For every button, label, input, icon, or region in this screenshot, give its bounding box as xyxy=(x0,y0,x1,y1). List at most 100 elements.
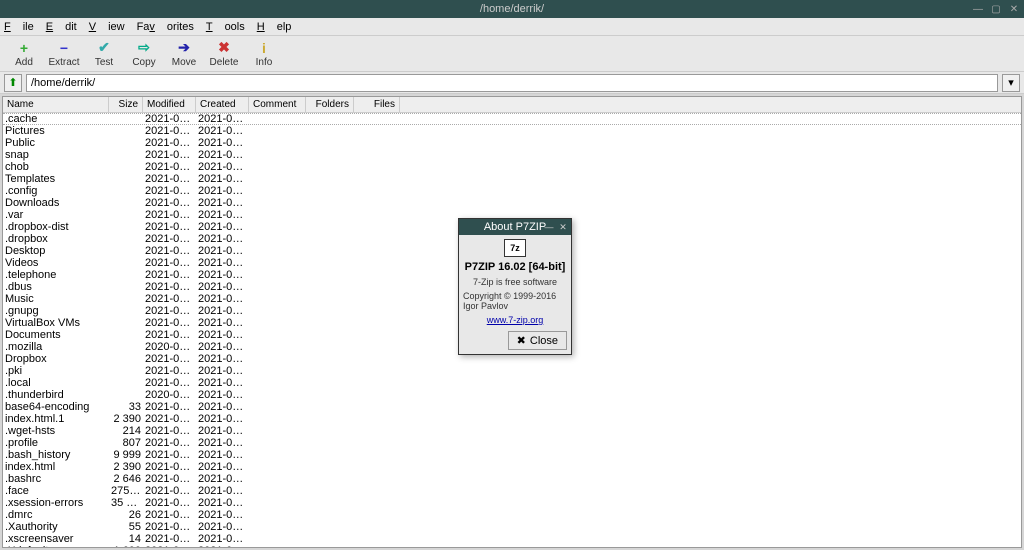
cell-created: 2021-02-11 17... xyxy=(196,233,249,245)
list-item[interactable]: index.html2 3902021-02-11 23...2021-02-1… xyxy=(3,461,1021,473)
add-button[interactable]: +Add xyxy=(4,37,44,71)
cell-name: .wget-hsts xyxy=(3,425,109,437)
cell-modified: 2021-02-11 01... xyxy=(143,257,196,269)
cell-name: .var xyxy=(3,209,109,221)
col-created[interactable]: Created xyxy=(196,97,249,112)
list-item[interactable]: .Xauthority552021-02-11 17...2021-02-11 … xyxy=(3,521,1021,533)
cell-modified: 2021-02-11 20... xyxy=(143,401,196,413)
about-dialog: About P7ZIP — ✕ 7z P7ZIP 16.02 [64-bit] … xyxy=(458,218,572,355)
list-item[interactable]: Pictures2021-02-12 04...2021-02-12 04... xyxy=(3,125,1021,137)
list-item[interactable]: Public2021-02-11 01...2021-02-11 01... xyxy=(3,137,1021,149)
toolbar-label: Copy xyxy=(132,57,155,68)
list-item[interactable]: .bashrc2 6462021-02-11 21...2021-02-11 2… xyxy=(3,473,1021,485)
list-item[interactable]: .thunderbird2020-03-28 01...2021-02-11 0… xyxy=(3,389,1021,401)
maximize-icon[interactable]: ▢ xyxy=(990,3,1002,15)
cell-name: .dropbox xyxy=(3,233,109,245)
col-modified[interactable]: Modified xyxy=(143,97,196,112)
list-item[interactable]: .profile8072021-02-10 03...2021-02-10 03… xyxy=(3,437,1021,449)
cell-name: .gnupg xyxy=(3,305,109,317)
list-item[interactable]: .xsession-errors35 0992021-02-12 04...20… xyxy=(3,497,1021,509)
menu-view[interactable]: View xyxy=(89,21,125,33)
close-icon[interactable]: ✕ xyxy=(1008,3,1020,15)
address-dropdown-icon[interactable]: ▾ xyxy=(1002,74,1020,92)
cell-name: Music xyxy=(3,293,109,305)
menu-tools[interactable]: Tools xyxy=(206,21,245,33)
cell-created: 2021-02-12 04... xyxy=(196,125,249,137)
cell-modified: 2021-02-12 04... xyxy=(143,185,196,197)
minimize-icon[interactable]: — xyxy=(972,3,984,15)
cell-name: .Xdefaults xyxy=(3,545,109,548)
dialog-text-copyright: Copyright © 1999-2016 Igor Pavlov xyxy=(463,291,567,311)
toolbar-label: Delete xyxy=(210,57,239,68)
list-item[interactable]: .face275 6102021-02-11 17...2021-02-11 1… xyxy=(3,485,1021,497)
list-item[interactable]: base64-encoding332021-02-11 20...2021-02… xyxy=(3,401,1021,413)
cell-name: .bash_history xyxy=(3,449,109,461)
list-item[interactable]: .Xdefaults1 6002021-02-10 03...2021-02-1… xyxy=(3,545,1021,548)
address-input[interactable] xyxy=(26,74,998,92)
menu-favorites[interactable]: Favorites xyxy=(137,21,194,33)
cell-created: 2021-02-11 06... xyxy=(196,341,249,353)
cell-created: 2021-02-11 19... xyxy=(196,149,249,161)
cell-created: 2021-02-11 06... xyxy=(196,269,249,281)
dialog-close-icon[interactable]: ✕ xyxy=(557,221,569,233)
cell-name: index.html.1 xyxy=(3,413,109,425)
move-button[interactable]: ➔Move xyxy=(164,37,204,71)
copy-button[interactable]: ⇨Copy xyxy=(124,37,164,71)
dialog-text-free: 7-Zip is free software xyxy=(473,277,557,287)
cell-name: .cache xyxy=(3,113,109,125)
cell-modified: 2021-02-11 01... xyxy=(143,509,196,521)
menu-file[interactable]: File xyxy=(4,21,34,33)
list-item[interactable]: .xscreensaver142021-02-10 03...2021-02-1… xyxy=(3,533,1021,545)
move-icon: ➔ xyxy=(176,40,192,56)
col-files[interactable]: Files xyxy=(354,97,400,112)
close-button[interactable]: ✖ Close xyxy=(508,331,567,350)
list-item[interactable]: chob2021-02-11 22...2021-02-11 22... xyxy=(3,161,1021,173)
cell-size: 2 646 xyxy=(109,473,143,485)
dialog-heading: P7ZIP 16.02 [64-bit] xyxy=(465,261,566,273)
menubar: File Edit View Favorites Tools Help xyxy=(0,18,1024,36)
cell-created: 2021-02-11 20... xyxy=(196,305,249,317)
list-item[interactable]: .pki2021-02-11 06...2021-02-11 06... xyxy=(3,365,1021,377)
list-item[interactable]: .local2021-02-11 01...2021-02-11 01... xyxy=(3,377,1021,389)
list-item[interactable]: Templates2021-02-11 01...2021-02-11 01..… xyxy=(3,173,1021,185)
dialog-link[interactable]: www.7-zip.org xyxy=(487,315,544,325)
cell-created: 2021-02-11 17... xyxy=(196,521,249,533)
up-folder-button[interactable]: ⬆ xyxy=(4,74,22,92)
menu-help[interactable]: Help xyxy=(257,21,292,33)
test-button[interactable]: ✔Test xyxy=(84,37,124,71)
list-item[interactable]: snap2021-02-11 19...2021-02-11 19... xyxy=(3,149,1021,161)
list-item[interactable]: .cache2021-02-11 20...2021-02-11 20... xyxy=(3,113,1021,125)
cell-name: .xscreensaver xyxy=(3,533,109,545)
list-item[interactable]: index.html.12 3902021-02-11 23...2021-02… xyxy=(3,413,1021,425)
list-item[interactable]: Downloads2021-02-11 23...2021-02-11 23..… xyxy=(3,197,1021,209)
cell-name: .dbus xyxy=(3,281,109,293)
list-item[interactable]: .config2021-02-12 04...2021-02-12 04... xyxy=(3,185,1021,197)
col-size[interactable]: Size xyxy=(109,97,143,112)
cell-name: .xsession-errors xyxy=(3,497,109,509)
cell-name: index.html xyxy=(3,461,109,473)
list-item[interactable]: .bash_history9 9992021-02-11 23...2021-0… xyxy=(3,449,1021,461)
cell-modified: 2021-02-11 17... xyxy=(143,209,196,221)
col-comment[interactable]: Comment xyxy=(249,97,306,112)
delete-icon: ✖ xyxy=(216,40,232,56)
cell-created: 2021-02-10 03... xyxy=(196,533,249,545)
dialog-titlebar[interactable]: About P7ZIP — ✕ xyxy=(459,219,571,235)
plus-icon: + xyxy=(16,40,32,56)
extract-button[interactable]: −Extract xyxy=(44,37,84,71)
cell-created: 2021-02-11 17... xyxy=(196,209,249,221)
info-button[interactable]: iInfo xyxy=(244,37,284,71)
toolbar-label: Extract xyxy=(48,57,79,68)
menu-edit[interactable]: Edit xyxy=(46,21,77,33)
cell-name: chob xyxy=(3,161,109,173)
dialog-minimize-icon[interactable]: — xyxy=(543,221,555,233)
list-item[interactable]: .wget-hsts2142021-02-11 06...2021-02-11 … xyxy=(3,425,1021,437)
col-folders[interactable]: Folders xyxy=(306,97,354,112)
close-x-icon: ✖ xyxy=(517,334,526,347)
dialog-body: 7z P7ZIP 16.02 [64-bit] 7-Zip is free so… xyxy=(459,235,571,354)
list-item[interactable]: .dmrc262021-02-11 01...2021-02-11 01... xyxy=(3,509,1021,521)
cell-modified: 2021-02-11 17... xyxy=(143,485,196,497)
cell-name: Templates xyxy=(3,173,109,185)
cell-name: .dropbox-dist xyxy=(3,221,109,233)
delete-button[interactable]: ✖Delete xyxy=(204,37,244,71)
col-name[interactable]: Name xyxy=(3,97,109,112)
